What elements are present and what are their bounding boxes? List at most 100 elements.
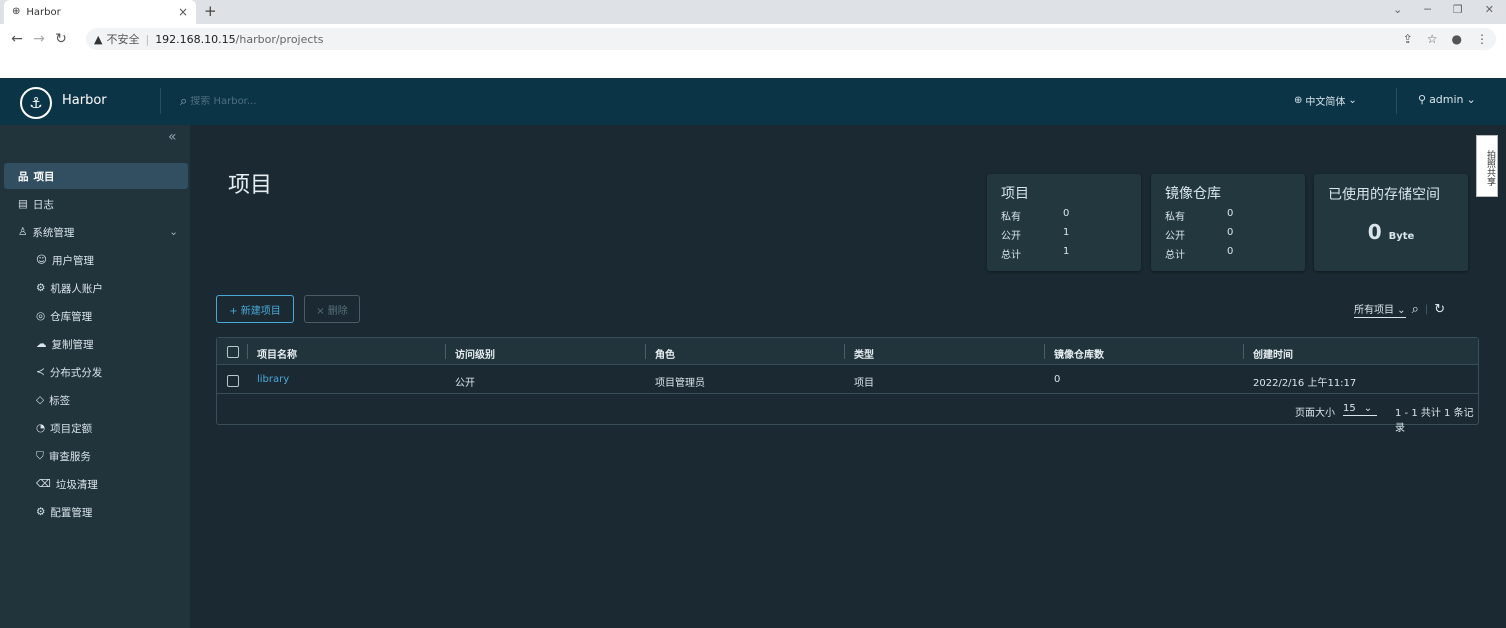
column-divider [645, 344, 646, 359]
gear-icon: ⚙ [36, 506, 46, 518]
address-divider: | [145, 32, 150, 46]
sidebar-item-label: 用户管理 [51, 254, 94, 267]
url-path: /harbor/projects [235, 32, 324, 46]
sidebar-item-label: 垃圾清理 [55, 478, 98, 491]
menu-kebab-icon[interactable]: ⋮ [1476, 32, 1488, 46]
column-divider [247, 344, 248, 359]
access-level-cell: 公开 [455, 378, 475, 389]
row-checkbox[interactable] [227, 375, 239, 387]
sidebar-item-label: 项目 [33, 170, 55, 183]
reload-icon[interactable]: ↻ [50, 31, 72, 47]
sidebar-item-label: 配置管理 [50, 506, 93, 519]
forward-icon[interactable]: → [28, 31, 50, 47]
pagination-total: 1 - 1 共计 1 条记录 [1395, 408, 1474, 434]
table-footer: 页面大小 15 ⌄ 1 - 1 共计 1 条记录 [217, 395, 1478, 434]
column-header[interactable]: 镜像仓库数 [1054, 346, 1104, 361]
storage-value: 0 Byte [1367, 220, 1415, 244]
column-divider [1243, 344, 1244, 359]
storage-unit: Byte [1388, 231, 1415, 242]
sidebar-item-robot-accounts[interactable]: ⚙ 机器人账户 [4, 275, 188, 301]
language-selector[interactable]: ⊕ 中文简体 ⌄ [1294, 93, 1357, 108]
tab-search-icon[interactable]: ⌄ [1393, 3, 1402, 16]
table-row[interactable]: library 公开 项目管理员 项目 0 2022/2/16 上午11:17 [217, 366, 1478, 394]
user-menu[interactable]: ⚲ admin ⌄ [1418, 93, 1476, 106]
search-icon[interactable]: ⌕ [180, 94, 187, 109]
page-size-label: 页面大小 [1295, 408, 1335, 419]
browser-tab[interactable]: ⊕ Harbor × [4, 0, 196, 24]
search-input[interactable] [190, 95, 351, 107]
column-header[interactable]: 类型 [854, 346, 874, 361]
sidebar-item-label: 机器人账户 [50, 282, 103, 295]
address-bar[interactable]: ▲ 不安全 | 192.168.10.15 /harbor/projects ⇪… [86, 28, 1496, 50]
screenshot-share-tab[interactable]: 拍照共享 [1476, 135, 1498, 197]
sidebar-item-interrogation-services[interactable]: ⛉ 审查服务 [4, 443, 188, 469]
refresh-icon[interactable]: ↻ [1434, 302, 1445, 317]
page-size-select[interactable]: 15 ⌄ [1343, 403, 1377, 416]
sidebar-item-users[interactable]: ☺ 用户管理 [4, 247, 188, 273]
minimize-icon[interactable]: ─ [1424, 3, 1431, 16]
chevron-down-icon: ⌄ [1363, 403, 1373, 414]
new-project-button[interactable]: + 新建项目 [216, 295, 294, 323]
address-row: ← → ↻ ▲ 不安全 | 192.168.10.15 /harbor/proj… [0, 24, 1506, 54]
trash-icon: ⌫ [36, 478, 51, 490]
new-tab-button[interactable]: + [204, 2, 217, 20]
sidebar-item-distributions[interactable]: ≺ 分布式分发 [4, 359, 188, 385]
tab-title: Harbor [26, 6, 61, 18]
admin-icon: ♙ [18, 226, 28, 238]
main-content: 项目 项目 私有 0 公开 1 总计 1 镜像仓库 私有 0 公开 0 总计 0 已使用的存… [190, 125, 1506, 628]
sidebar: « 品 项目 ▤ 日志 ♙ 系统管理 ⌄ ☺ 用户管理 ⚙ 机器人账户 ◎ 仓库… [0, 125, 190, 628]
replication-icon: ☁ [36, 338, 47, 350]
column-divider [844, 344, 845, 359]
tab-strip: ⊕ Harbor × + ⌄ ─ ❐ ✕ [0, 0, 1506, 24]
repo-count-cell: 0 [1054, 374, 1061, 385]
sidebar-item-garbage-collection[interactable]: ⌫ 垃圾清理 [4, 471, 188, 497]
sidebar-item-labels[interactable]: ◇ 标签 [4, 387, 188, 413]
harbor-logo-icon[interactable]: ⚓ [20, 87, 52, 119]
column-header[interactable]: 项目名称 [257, 346, 297, 361]
role-cell: 项目管理员 [655, 378, 705, 389]
sidebar-item-label: 项目定额 [50, 422, 93, 435]
sidebar-item-label: 审查服务 [48, 450, 91, 463]
sidebar-item-registries[interactable]: ◎ 仓库管理 [4, 303, 188, 329]
select-all-checkbox[interactable] [227, 346, 239, 358]
sidebar-item-administration[interactable]: ♙ 系统管理 ⌄ [4, 219, 188, 245]
sidebar-item-configuration[interactable]: ⚙ 配置管理 [4, 499, 188, 525]
sidebar-item-quotas[interactable]: ◔ 项目定额 [4, 415, 188, 441]
security-label: 不安全 [106, 33, 140, 46]
warning-icon: ▲ [94, 32, 103, 46]
column-header[interactable]: 访问级别 [455, 346, 495, 361]
header-divider [160, 88, 161, 114]
favicon-icon: ⊕ [12, 6, 21, 17]
window-controls: ⌄ ─ ❐ ✕ [1393, 3, 1494, 16]
project-name-link[interactable]: library [257, 374, 289, 385]
profile-icon[interactable]: ● [1452, 32, 1462, 46]
collapse-sidebar-icon[interactable]: « [168, 129, 177, 145]
filter-select[interactable]: 所有项目 ⌄ [1354, 301, 1406, 318]
tag-icon: ◇ [36, 394, 45, 406]
column-header[interactable]: 角色 [655, 346, 675, 361]
column-divider [1044, 344, 1045, 359]
restore-icon[interactable]: ❐ [1453, 3, 1463, 16]
column-header[interactable]: 创建时间 [1253, 346, 1293, 361]
close-window-icon[interactable]: ✕ [1485, 3, 1494, 16]
search-icon[interactable]: ⌕ [1412, 302, 1419, 317]
project-filter: 所有项目 ⌄ ⌕ | ↻ [1354, 301, 1445, 318]
chevron-down-icon: ⌄ [1348, 95, 1357, 106]
robot-icon: ⚙ [36, 282, 46, 294]
chevron-down-icon: ⌄ [1466, 93, 1476, 106]
filter-divider: | [1424, 304, 1429, 315]
sidebar-item-projects[interactable]: 品 项目 [4, 163, 188, 189]
sidebar-item-label: 标签 [49, 394, 71, 407]
brand-name[interactable]: Harbor [62, 93, 107, 108]
back-icon[interactable]: ← [6, 31, 28, 47]
bookmark-star-icon[interactable]: ☆ [1427, 32, 1438, 46]
sidebar-item-replications[interactable]: ☁ 复制管理 [4, 331, 188, 357]
storage-summary-card: 已使用的存储空间 0 Byte [1314, 174, 1468, 271]
share-icon[interactable]: ⇪ [1403, 32, 1413, 46]
projects-summary-card: 项目 私有 0 公开 1 总计 1 [987, 174, 1141, 271]
delete-button[interactable]: × 删除 [304, 295, 360, 323]
tab-close-icon[interactable]: × [178, 5, 188, 19]
sidebar-item-logs[interactable]: ▤ 日志 [4, 191, 188, 217]
address-actions: ⇪ ☆ ● ⋮ [1403, 32, 1488, 46]
sidebar-item-label: 分布式分发 [49, 366, 103, 379]
